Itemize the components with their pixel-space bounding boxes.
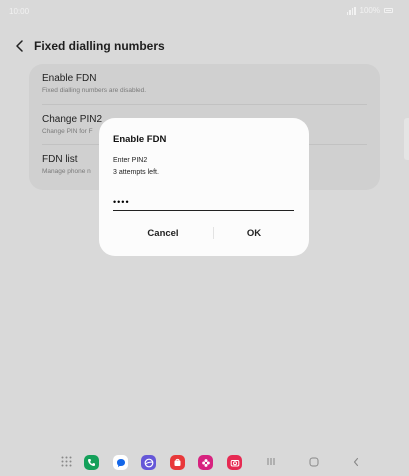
galaxy-store-icon[interactable]: [170, 455, 185, 470]
dialog-message-prompt: Enter PIN2: [113, 157, 148, 164]
dialog-message-attempts: 3 attempts left.: [113, 169, 159, 176]
divider: [42, 104, 367, 105]
camera-app-icon[interactable]: [227, 455, 242, 470]
dialog-message: Enter PIN2 3 attempts left.: [113, 155, 159, 179]
back-arrow-icon[interactable]: [12, 38, 28, 54]
setting-label: Enable FDN: [42, 73, 97, 84]
recent-apps-icon[interactable]: [266, 457, 276, 466]
setting-enable-fdn[interactable]: Enable FDN Fixed dialling numbers are di…: [42, 73, 367, 94]
battery-icon: [384, 8, 393, 13]
ok-button[interactable]: OK: [204, 224, 304, 242]
back-nav-icon[interactable]: [352, 457, 360, 467]
home-icon[interactable]: [309, 457, 319, 467]
cancel-button[interactable]: Cancel: [113, 224, 213, 242]
status-time: 10:00: [9, 7, 30, 16]
messages-app-icon[interactable]: [113, 455, 128, 470]
apps-grid-icon[interactable]: [61, 456, 72, 467]
app-header: Fixed dialling numbers: [12, 36, 165, 56]
setting-description: Fixed dialling numbers are disabled.: [42, 87, 147, 94]
signal-icon: [346, 6, 356, 15]
phone-app-icon[interactable]: [84, 455, 99, 470]
gallery-app-icon[interactable]: [198, 455, 213, 470]
dialog-title: Enable FDN: [113, 134, 167, 145]
battery-percent: 100%: [359, 6, 380, 15]
internet-app-icon[interactable]: [141, 455, 156, 470]
enable-fdn-dialog: Enable FDN Enter PIN2 3 attempts left. C…: [99, 118, 309, 256]
navigation-bar: [0, 446, 409, 476]
edge-panel-handle[interactable]: [404, 118, 409, 160]
status-bar: 10:00 100%: [0, 0, 409, 22]
pin2-input[interactable]: [113, 192, 294, 211]
page-title: Fixed dialling numbers: [34, 39, 165, 53]
status-indicators: 100%: [346, 6, 393, 15]
